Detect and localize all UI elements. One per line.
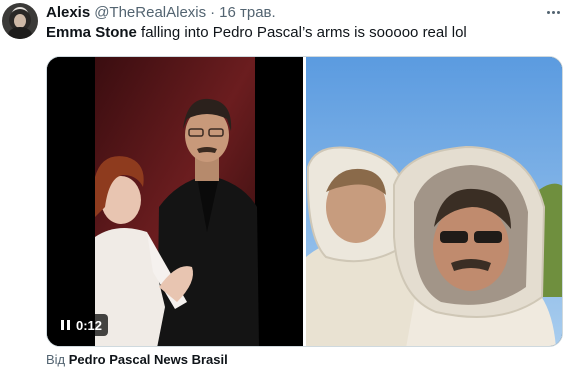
separator-dot: · (210, 3, 216, 21)
video-player[interactable]: 0:12 (47, 57, 303, 346)
tweet-date[interactable]: 16 трав. (219, 4, 276, 21)
tweet-header: Alexis @TheRealAlexis · 16 трав. (46, 2, 276, 22)
video-time-badge[interactable]: 0:12 (55, 314, 109, 336)
photo-beekeepers[interactable] (306, 57, 562, 346)
video-frame (47, 57, 303, 346)
photo-image (306, 57, 562, 346)
user-handle[interactable]: @TheRealAlexis (94, 4, 206, 21)
tweet-text-bold: Emma Stone (46, 24, 137, 41)
avatar[interactable] (2, 3, 38, 39)
display-name[interactable]: Alexis (46, 4, 90, 21)
tweet-text: Emma Stone falling into Pedro Pascal’s a… (46, 23, 467, 43)
tweet-text-rest: falling into Pedro Pascal’s arms is sooo… (136, 24, 467, 41)
video-time: 0:12 (76, 317, 103, 333)
media-container: 0:12 (46, 56, 563, 347)
pause-icon[interactable] (61, 320, 70, 330)
attribution-source-link[interactable]: Pedro Pascal News Brasil (69, 352, 228, 367)
more-horizontal-icon[interactable] (541, 2, 565, 22)
media-attribution: Від Pedro Pascal News Brasil (46, 352, 228, 367)
attribution-prefix: Від (46, 352, 69, 367)
